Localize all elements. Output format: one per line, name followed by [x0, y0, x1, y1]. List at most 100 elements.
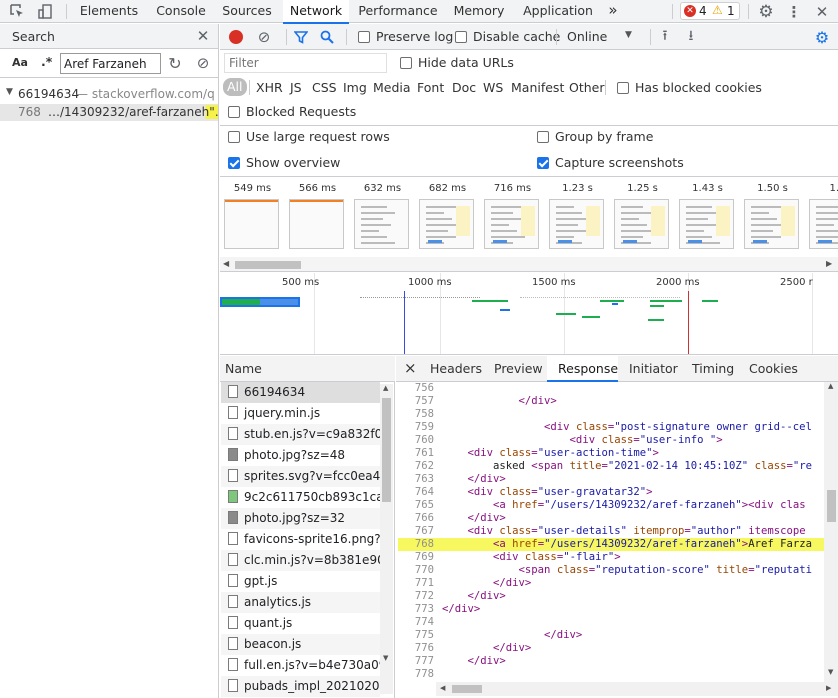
type-filter-img[interactable]: Img: [343, 80, 367, 95]
type-filter-other[interactable]: Other: [569, 80, 605, 95]
more-tabs-button[interactable]: »: [602, 0, 624, 23]
tab-headers[interactable]: Headers: [430, 361, 482, 376]
tab-preview[interactable]: Preview: [494, 361, 543, 376]
filmstrip-frame[interactable]: 566 ms: [285, 177, 350, 257]
group-by-frame-checkbox[interactable]: [537, 131, 549, 143]
network-settings-icon[interactable]: ⚙: [812, 27, 832, 47]
capture-screenshots-checkbox[interactable]: [537, 157, 549, 169]
scroll-down-icon[interactable]: ▼: [828, 668, 833, 676]
request-list-scrollbar[interactable]: ▲ ▼: [380, 384, 393, 694]
scrollbar-thumb[interactable]: [235, 261, 301, 269]
scrollbar-thumb[interactable]: [382, 398, 391, 502]
type-filter-ws[interactable]: WS: [483, 80, 503, 95]
filmstrip-scrollbar[interactable]: ◀ ▶: [220, 257, 838, 271]
scroll-up-icon[interactable]: ▲: [828, 382, 833, 390]
filmstrip-frame[interactable]: 682 ms: [415, 177, 480, 257]
type-filter-js[interactable]: JS: [290, 80, 302, 95]
scroll-left-icon[interactable]: ◀: [440, 684, 445, 692]
scroll-left-icon[interactable]: ◀: [223, 259, 229, 268]
clear-log-icon[interactable]: ⊘: [255, 28, 273, 46]
refresh-icon[interactable]: ↻: [166, 54, 184, 73]
request-row[interactable]: analytics.js: [221, 592, 380, 613]
clear-icon[interactable]: ⊘: [194, 54, 212, 72]
request-row[interactable]: jquery.min.js: [221, 403, 380, 424]
preserve-log-checkbox[interactable]: [358, 31, 370, 43]
name-column-header[interactable]: Name: [220, 356, 395, 382]
close-devtools-icon[interactable]: ✕: [812, 2, 832, 21]
type-filter-all[interactable]: All: [223, 78, 247, 96]
filmstrip-frame[interactable]: 632 ms: [350, 177, 415, 257]
tab-elements[interactable]: Elements: [74, 0, 144, 23]
type-filter-css[interactable]: CSS: [312, 80, 337, 95]
request-row[interactable]: favicons-sprite16.png?v..: [221, 529, 380, 550]
search-icon[interactable]: [318, 28, 336, 46]
request-row[interactable]: 66194634: [221, 382, 380, 403]
type-filter-doc[interactable]: Doc: [452, 80, 476, 95]
tab-performance[interactable]: Performance: [355, 0, 441, 23]
filmstrip-frame[interactable]: 1.23 s: [545, 177, 610, 257]
scrollbar-thumb[interactable]: [827, 490, 836, 522]
device-toolbar-icon[interactable]: [36, 3, 54, 20]
tab-response[interactable]: Response: [558, 361, 618, 376]
tab-application[interactable]: Application: [518, 0, 598, 23]
has-blocked-cookies-checkbox[interactable]: [617, 82, 629, 94]
settings-gear-icon[interactable]: ⚙: [756, 2, 776, 22]
show-overview-checkbox[interactable]: [228, 157, 240, 169]
request-row[interactable]: stub.en.js?v=c9a832f098:: [221, 424, 380, 445]
tab-console[interactable]: Console: [150, 0, 212, 23]
filmstrip-frame[interactable]: 1.25 s: [610, 177, 675, 257]
issues-badge[interactable]: ✕ 4 ⚠ 1: [680, 2, 740, 20]
search-result-match[interactable]: 768 …/14309232/aref-farzaneh"…: [0, 104, 218, 121]
import-har-icon[interactable]: ⭱: [656, 28, 674, 46]
tab-cookies[interactable]: Cookies: [749, 361, 798, 376]
request-row[interactable]: beacon.js: [221, 634, 380, 655]
type-filter-media[interactable]: Media: [373, 80, 411, 95]
tab-sources[interactable]: Sources: [218, 0, 276, 23]
export-har-icon[interactable]: ⭳: [682, 28, 700, 46]
scroll-down-icon[interactable]: ▼: [383, 654, 388, 662]
search-input[interactable]: [60, 53, 161, 74]
tab-memory[interactable]: Memory: [449, 0, 509, 23]
large-rows-checkbox[interactable]: [228, 131, 240, 143]
overview-timeline[interactable]: 500 ms 1000 ms 1500 ms 2000 ms 2500 r: [220, 273, 838, 355]
tab-initiator[interactable]: Initiator: [629, 361, 678, 376]
type-filter-manifest[interactable]: Manifest: [511, 80, 564, 95]
request-row[interactable]: gpt.js: [221, 571, 380, 592]
inspect-element-icon[interactable]: [8, 3, 26, 20]
request-row[interactable]: clc.min.js?v=8b381e90b..: [221, 550, 380, 571]
close-search-icon[interactable]: ✕: [194, 27, 212, 45]
filmstrip-frame[interactable]: 1.43 s: [675, 177, 740, 257]
filter-icon[interactable]: [292, 28, 310, 46]
more-options-icon[interactable]: ⋮: [784, 2, 804, 21]
close-detail-icon[interactable]: ×: [404, 359, 417, 377]
blocked-requests-checkbox[interactable]: [228, 106, 240, 118]
code-hscrollbar[interactable]: ◀ ▶: [436, 682, 838, 696]
response-source[interactable]: 756 757 </div> 758 759 <div class="post-sig…: [398, 382, 824, 682]
filmstrip-frame[interactable]: 1.5: [805, 177, 838, 257]
filmstrip-frame[interactable]: 716 ms: [480, 177, 545, 257]
scroll-up-icon[interactable]: ▲: [383, 384, 388, 392]
request-row[interactable]: photo.jpg?sz=32: [221, 508, 380, 529]
request-row[interactable]: 9c2c611750cb893c1ca3..: [221, 487, 380, 508]
type-filter-xhr[interactable]: XHR: [256, 80, 283, 95]
search-result-file[interactable]: ▼ 66194634 — stackoverflow.com/q...: [0, 86, 218, 104]
scroll-right-icon[interactable]: ▶: [826, 684, 831, 692]
scrollbar-thumb[interactable]: [452, 685, 482, 693]
filmstrip-frame[interactable]: 1.50 s: [740, 177, 805, 257]
filter-input[interactable]: [224, 53, 387, 73]
hide-data-urls-checkbox[interactable]: [400, 57, 412, 69]
throttling-select[interactable]: Online: [567, 29, 607, 44]
tab-timing[interactable]: Timing: [692, 361, 734, 376]
scroll-right-icon[interactable]: ▶: [826, 259, 832, 268]
request-row[interactable]: photo.jpg?sz=48: [221, 445, 380, 466]
filmstrip-frame[interactable]: 549 ms: [220, 177, 285, 257]
type-filter-font[interactable]: Font: [417, 80, 444, 95]
regex-button[interactable]: .*: [41, 54, 52, 69]
tab-network[interactable]: Network: [283, 0, 349, 24]
disable-cache-checkbox[interactable]: [455, 31, 467, 43]
request-row[interactable]: full.en.js?v=b4e730a0974: [221, 655, 380, 676]
request-row[interactable]: sprites.svg?v=fcc0ea44b..: [221, 466, 380, 487]
code-vscrollbar[interactable]: ▲ ▼: [824, 382, 838, 682]
match-case-button[interactable]: Aa: [12, 56, 28, 69]
request-row[interactable]: pubads_impl_20210209..: [221, 676, 380, 697]
